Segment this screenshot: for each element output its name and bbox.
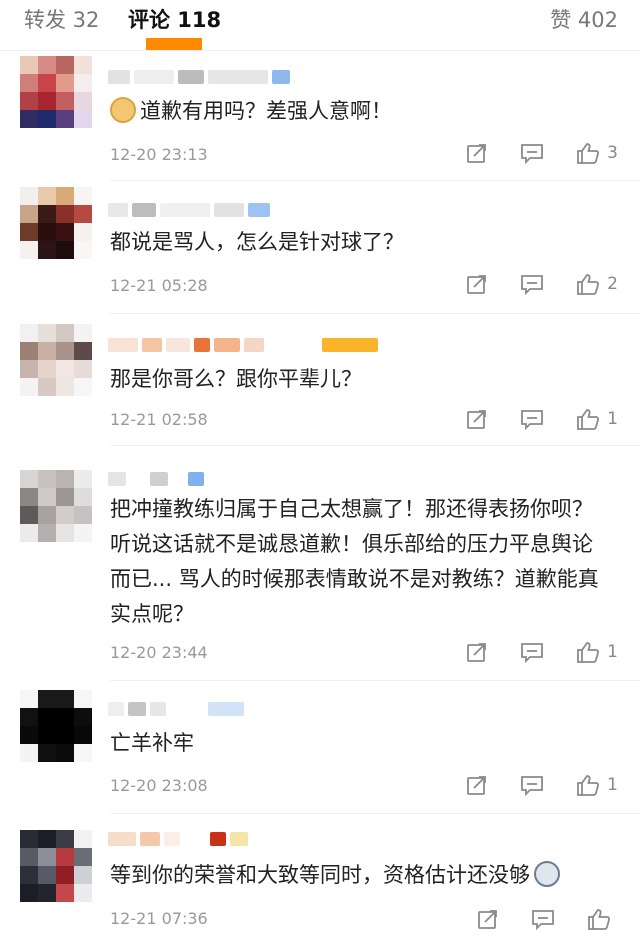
like-count: 3 [607, 143, 618, 163]
comment-divider [110, 180, 640, 181]
comment-text: 都说是骂人，怎么是针对球了？ [110, 230, 404, 254]
share-square-icon [467, 144, 487, 163]
avatar[interactable] [20, 187, 92, 259]
repost-button[interactable] [465, 773, 489, 797]
like-count: 1 [607, 775, 618, 795]
comment-text: 道歉有用吗？差强人意啊！ [140, 99, 392, 123]
like-count: 1 [607, 642, 618, 662]
reply-button[interactable] [530, 907, 556, 931]
comment-actions: 1 [435, 639, 618, 665]
share-square-icon [467, 776, 487, 795]
reply-button[interactable] [519, 773, 545, 797]
thumbs-up-icon [577, 775, 600, 796]
comment-body: 那是你哥么？跟你平辈儿？ [110, 362, 610, 397]
comment-divider [110, 445, 640, 446]
tab-repost[interactable]: 转发 32 [24, 6, 99, 34]
comment-time: 12-21 05:28 [110, 276, 208, 295]
comment-time: 12-21 07:36 [110, 909, 208, 928]
username-blurred[interactable] [108, 702, 248, 718]
repost-button[interactable] [465, 640, 489, 664]
comment-text: 把冲撞教练归属于自己太想赢了！那还得表扬你呗？听说这话就不是诚恳道歉！俱乐部给的… [110, 497, 599, 626]
comment-divider [110, 813, 640, 814]
comment-body: 等到你的荣誉和大致等同时，资格估计还没够 [110, 858, 610, 893]
comment-text: 等到你的荣誉和大致等同时，资格估计还没够 [110, 863, 530, 887]
username-blurred[interactable] [108, 338, 382, 354]
comment-actions: 3 [435, 140, 618, 166]
thumbs-up-icon [577, 642, 600, 663]
comment-actions: 1 [435, 772, 618, 798]
husky-emoji-icon [534, 861, 560, 887]
avatar[interactable] [20, 324, 92, 396]
like-button[interactable] [586, 907, 618, 931]
comment-time: 12-21 02:58 [110, 410, 208, 429]
repost-button[interactable] [465, 272, 489, 296]
like-button[interactable]: 2 [575, 272, 618, 296]
active-tab-indicator [146, 38, 202, 50]
comment-time: 12-20 23:08 [110, 776, 208, 795]
like-button[interactable]: 1 [575, 407, 618, 431]
reply-button[interactable] [519, 640, 545, 664]
comment-time: 12-20 23:44 [110, 643, 208, 662]
comment-text: 那是你哥么？跟你平辈儿？ [110, 367, 362, 391]
username-blurred[interactable] [108, 203, 274, 219]
comment-body: 亡羊补牢 [110, 726, 610, 761]
like-count: 2 [607, 274, 618, 294]
comment-body: 把冲撞教练归属于自己太想赢了！那还得表扬你呗？听说这话就不是诚恳道歉！俱乐部给的… [110, 492, 610, 632]
share-square-icon [467, 275, 487, 294]
comment-body: 道歉有用吗？差强人意啊！ [110, 94, 610, 129]
avatar[interactable] [20, 470, 92, 542]
repost-button[interactable] [476, 907, 500, 931]
username-blurred[interactable] [108, 472, 208, 488]
share-square-icon [467, 410, 487, 429]
comment-body: 都说是骂人，怎么是针对球了？ [110, 225, 610, 260]
username-blurred[interactable] [108, 832, 252, 848]
like-button[interactable]: 1 [575, 773, 618, 797]
share-square-icon [478, 910, 497, 929]
doge-emoji-icon [110, 97, 136, 123]
comment-tabs: 转发 32 评论 118 赞 402 [0, 0, 640, 50]
comment-bubble-icon [532, 910, 554, 931]
comment-time: 12-20 23:13 [110, 145, 208, 164]
like-button[interactable]: 3 [575, 141, 618, 165]
tabs-divider [0, 50, 640, 51]
avatar[interactable] [20, 830, 92, 902]
comment-text: 亡羊补牢 [110, 731, 194, 755]
share-square-icon [467, 643, 487, 662]
tab-likes[interactable]: 赞 402 [550, 6, 618, 34]
comment-bubble-icon [521, 144, 544, 165]
like-count: 1 [607, 409, 618, 429]
comment-divider [110, 680, 640, 681]
username-blurred[interactable] [108, 70, 294, 86]
comment-bubble-icon [521, 776, 544, 797]
comment-actions: 1 [435, 406, 618, 432]
reply-button[interactable] [519, 407, 545, 431]
repost-button[interactable] [465, 141, 489, 165]
comment-actions: 2 [435, 271, 618, 297]
comment-bubble-icon [521, 643, 544, 664]
like-button[interactable]: 1 [575, 640, 618, 664]
thumbs-up-icon [577, 143, 600, 164]
comment-divider [110, 313, 640, 314]
comment-bubble-icon [521, 410, 544, 431]
thumbs-up-icon [588, 909, 611, 930]
thumbs-up-icon [577, 409, 600, 430]
avatar[interactable] [20, 56, 92, 128]
avatar[interactable] [20, 690, 92, 762]
repost-button[interactable] [465, 407, 489, 431]
tab-comments[interactable]: 评论 118 [128, 6, 221, 34]
comment-actions [446, 906, 618, 932]
reply-button[interactable] [519, 272, 545, 296]
reply-button[interactable] [519, 141, 545, 165]
thumbs-up-icon [577, 274, 600, 295]
comment-bubble-icon [521, 275, 544, 296]
